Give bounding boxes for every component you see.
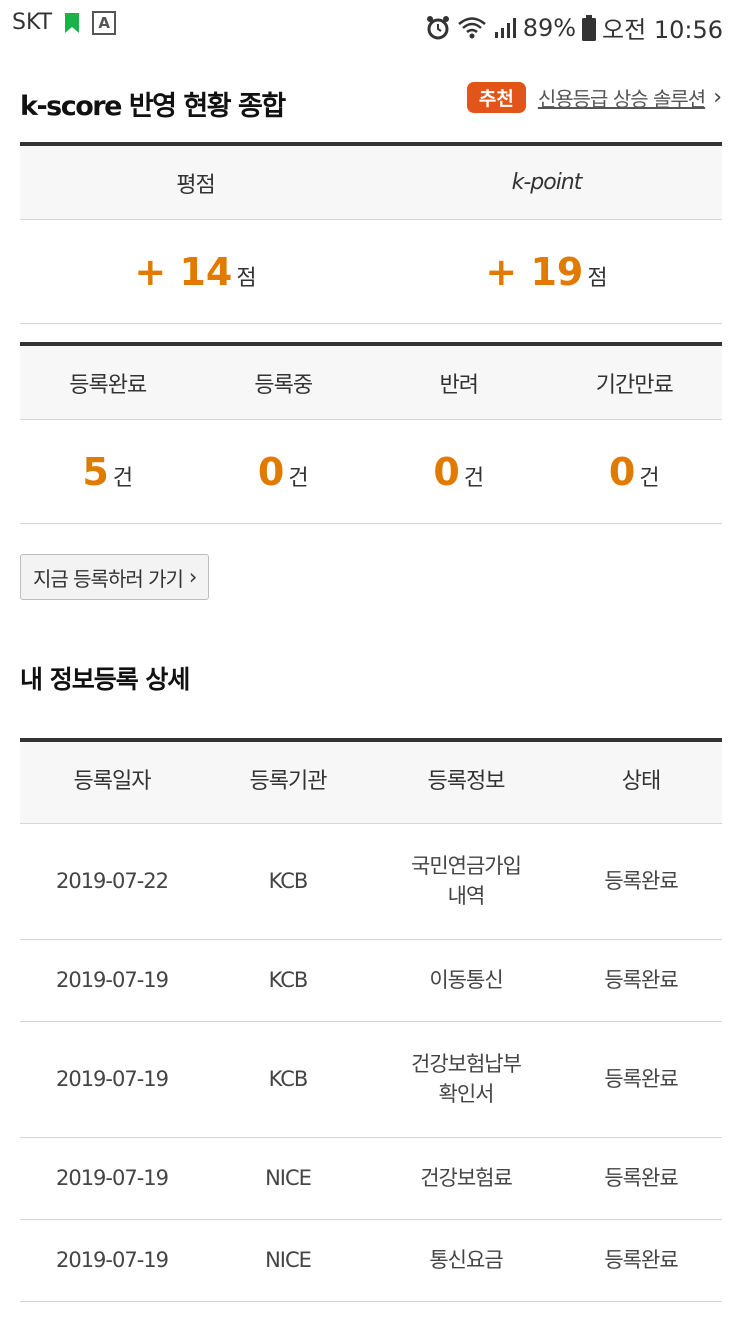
row-status: 등록완료 bbox=[604, 1165, 678, 1190]
row-status: 등록완료 bbox=[604, 868, 678, 893]
signal-icon bbox=[493, 16, 517, 40]
section-title: 내 정보등록 상세 bbox=[20, 665, 190, 694]
kpoint-unit: 점 bbox=[587, 265, 608, 291]
go-register-button[interactable]: 지금 등록하러 가기 › bbox=[20, 554, 210, 600]
completed-count-cell: 5 건 bbox=[20, 420, 196, 523]
table-row: 2019-07-19 KCB 건강보험납부 확인서 등록완료 bbox=[20, 1022, 722, 1138]
kpoint-value-cell: + 19 점 bbox=[371, 220, 722, 323]
in-progress-count: 0 bbox=[257, 449, 285, 494]
score-header-kpoint: k-point bbox=[511, 170, 583, 195]
alarm-icon bbox=[425, 15, 451, 41]
row-status: 등록완료 bbox=[604, 1247, 678, 1272]
recommend-badge: 추천 bbox=[466, 82, 526, 113]
row-date: 2019-07-19 bbox=[55, 1165, 169, 1190]
rating-unit: 점 bbox=[236, 265, 257, 291]
row-info: 통신요금 bbox=[429, 1247, 503, 1272]
row-date: 2019-07-22 bbox=[55, 868, 169, 893]
kpoint-value: + 19 bbox=[485, 249, 584, 294]
battery-percent: 89% bbox=[522, 13, 577, 42]
clock: 오전 10:56 bbox=[602, 16, 723, 44]
page-title: k-score 반영 현황 종합 bbox=[20, 91, 286, 122]
completed-count: 5 bbox=[82, 449, 109, 494]
row-status: 등록완료 bbox=[604, 1066, 678, 1091]
battery-icon bbox=[582, 14, 597, 41]
score-summary-table: 평점 k-point + 14 점 + 19 점 bbox=[20, 142, 722, 324]
count-header-in-progress: 등록중 bbox=[254, 372, 313, 398]
chevron-right-icon: › bbox=[713, 85, 722, 110]
row-org: KCB bbox=[268, 868, 309, 893]
column-header-date: 등록일자 bbox=[73, 769, 152, 795]
rejected-count: 0 bbox=[433, 449, 460, 494]
row-info-line: 확인서 bbox=[438, 1081, 495, 1106]
row-date: 2019-07-19 bbox=[55, 1247, 169, 1272]
rejected-count-cell: 0 건 bbox=[371, 420, 547, 523]
row-info: 국민연금가입 내역 bbox=[372, 824, 560, 939]
table-header-row: 등록일자 등록기관 등록정보 상태 bbox=[20, 742, 722, 824]
summary-header: k-score 반영 현황 종합 추천 신용등급 상승 솔루션 › bbox=[20, 78, 722, 122]
wifi-icon bbox=[457, 16, 487, 40]
registration-detail-table: 등록일자 등록기관 등록정보 상태 2019-07-22 KCB 국민연금가입 … bbox=[20, 738, 722, 1302]
chevron-right-icon: › bbox=[188, 565, 197, 589]
rejected-unit: 건 bbox=[463, 465, 485, 491]
go-register-label: 지금 등록하러 가기 bbox=[33, 566, 184, 591]
table-row: 2019-07-19 NICE 건강보험료 등록완료 bbox=[20, 1138, 722, 1220]
rating-value-cell: + 14 점 bbox=[20, 220, 371, 323]
row-org: NICE bbox=[265, 1165, 312, 1190]
table-row: 2019-07-19 NICE 통신요금 등록완료 bbox=[20, 1220, 722, 1302]
recommend-link-group[interactable]: 추천 신용등급 상승 솔루션 › bbox=[466, 82, 722, 113]
score-header-rating: 평점 bbox=[176, 172, 215, 198]
in-progress-count-cell: 0 건 bbox=[196, 420, 372, 523]
carrier-label: SKT bbox=[12, 10, 53, 35]
expired-count: 0 bbox=[608, 449, 636, 494]
rating-value: + 14 bbox=[134, 249, 233, 294]
credit-solution-link[interactable]: 신용등급 상승 솔루션 bbox=[538, 83, 706, 112]
completed-unit: 건 bbox=[112, 465, 134, 491]
row-info: 이동통신 bbox=[429, 967, 503, 992]
count-header-completed: 등록완료 bbox=[69, 372, 147, 398]
table-row: 2019-07-22 KCB 국민연금가입 내역 등록완료 bbox=[20, 824, 722, 940]
row-date: 2019-07-19 bbox=[55, 1066, 169, 1091]
column-header-status: 상태 bbox=[621, 769, 661, 795]
expired-count-cell: 0 건 bbox=[547, 420, 723, 523]
row-info: 건강보험납부 확인서 bbox=[372, 1022, 560, 1137]
table-row: 2019-07-19 KCB 이동통신 등록완료 bbox=[20, 940, 722, 1022]
status-bar: SKT A 89% 오전 10:56 bbox=[0, 0, 743, 52]
a-icon: A bbox=[92, 10, 117, 35]
row-info-line: 내역 bbox=[447, 883, 486, 908]
row-org: KCB bbox=[268, 1066, 309, 1091]
column-header-info: 등록정보 bbox=[427, 769, 506, 795]
row-org: KCB bbox=[268, 967, 309, 992]
column-header-org: 등록기관 bbox=[249, 769, 328, 795]
row-org: NICE bbox=[265, 1247, 312, 1272]
count-header-rejected: 반려 bbox=[439, 372, 479, 398]
row-info-line: 국민연금가입 bbox=[411, 854, 522, 879]
expired-unit: 건 bbox=[639, 465, 660, 491]
row-status: 등록완료 bbox=[604, 967, 678, 992]
row-info: 건강보험료 bbox=[420, 1165, 513, 1190]
row-date: 2019-07-19 bbox=[55, 967, 169, 992]
bookmark-icon bbox=[60, 11, 84, 35]
registration-count-table: 등록완료 등록중 반려 기간만료 5 건 0 건 0 건 0 건 bbox=[20, 342, 722, 524]
count-header-expired: 기간만료 bbox=[595, 372, 674, 398]
row-info-line: 건강보험납부 bbox=[411, 1052, 522, 1077]
in-progress-unit: 건 bbox=[288, 465, 309, 491]
